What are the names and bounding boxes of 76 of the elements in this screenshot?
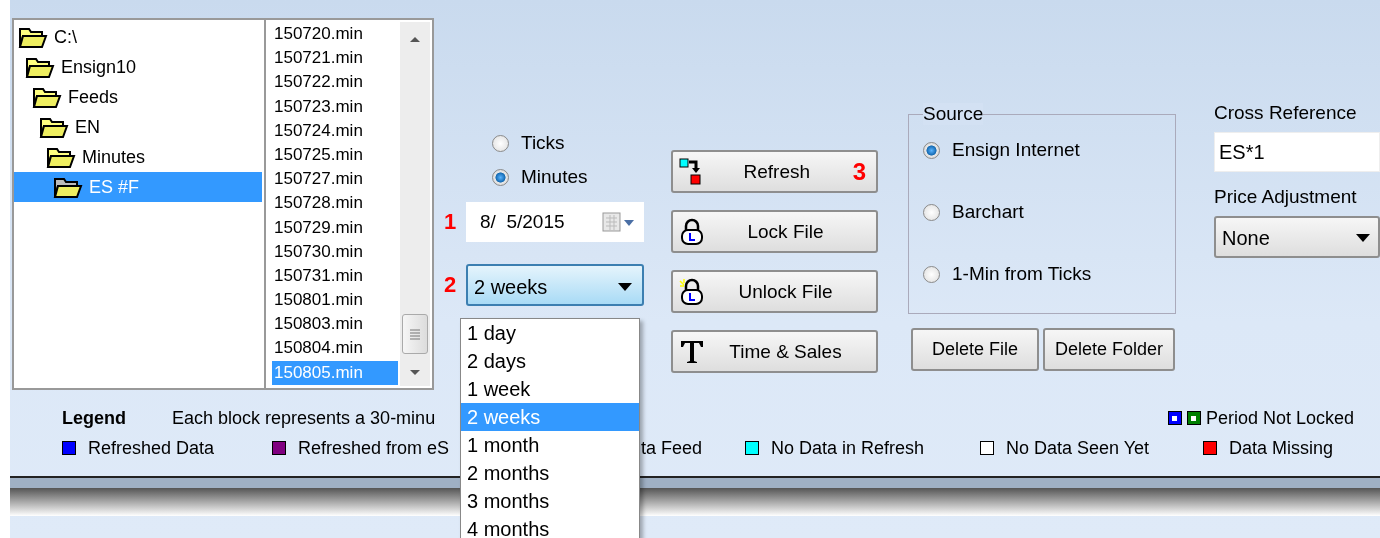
scroll-down-icon [408, 368, 422, 378]
step-number: 2 [444, 272, 458, 298]
action-button[interactable]: Unlock File [671, 270, 878, 313]
file-item[interactable]: 150804.min [272, 336, 398, 361]
legend-label: Refreshed Data [88, 437, 215, 459]
dropdown-option[interactable]: 2 months [461, 459, 639, 487]
tree-item[interactable]: C:\ [16, 22, 262, 52]
file-item[interactable]: 150721.min [272, 46, 398, 71]
price-adjustment-dropdown[interactable]: None [1214, 216, 1380, 258]
radio-button[interactable] [923, 265, 940, 283]
dropdown-arrow-icon [618, 283, 632, 291]
date-field[interactable]: 8/ 5/2015 [466, 202, 644, 242]
folder-icon [39, 115, 69, 139]
dropdown-option[interactable]: 3 months [461, 487, 639, 515]
action-button[interactable]: Refresh 3 [671, 150, 878, 193]
folder-icon [32, 85, 62, 109]
calendar-icon [602, 211, 636, 233]
padlock-icon [679, 277, 705, 306]
radio-button[interactable] [492, 168, 509, 186]
radio-label: Ensign Internet [952, 139, 1080, 161]
tree-item[interactable]: EN [37, 112, 262, 142]
radio-label: 1-Min from Ticks [952, 263, 1092, 285]
radio-button[interactable] [923, 141, 940, 159]
delete-button[interactable]: Delete Folder [1043, 328, 1175, 371]
folder-icon [46, 145, 76, 169]
folder-icon [53, 175, 83, 199]
folder-icon [25, 55, 55, 79]
legend-label: Data Missing [1229, 437, 1334, 459]
field-label: Price Adjustment [1214, 186, 1358, 208]
radio-label: Barchart [952, 201, 1024, 223]
radio-button[interactable] [923, 203, 940, 221]
legend-label: ta Feed [641, 437, 703, 459]
period-dropdown[interactable]: 2 weeks [466, 264, 644, 306]
file-item[interactable]: 150727.min [272, 167, 398, 192]
file-item[interactable]: 150720.min [272, 22, 398, 47]
file-item[interactable]: 150725.min [272, 142, 398, 168]
field-label: Cross Reference [1214, 102, 1358, 124]
file-item[interactable]: 150801.min [272, 288, 398, 313]
radio-label: Ticks [521, 132, 565, 154]
cross-reference-field[interactable]: ES*1 [1214, 132, 1380, 172]
delete-button[interactable]: Delete File [911, 328, 1039, 371]
file-item[interactable]: 150724.min [272, 118, 398, 143]
file-item[interactable]: 150731.min [272, 263, 398, 289]
step-number: 3 [852, 157, 866, 186]
radio-button[interactable] [492, 134, 509, 152]
tree-item[interactable]: Feeds [30, 82, 262, 112]
file-item[interactable]: 150729.min [272, 215, 398, 240]
scroll-up-icon [408, 34, 422, 44]
dropdown-option[interactable]: 4 months [461, 515, 639, 538]
legend-label: Refreshed from eS [298, 437, 450, 459]
action-button[interactable]: Lock File [671, 210, 878, 253]
radio-label: Minutes [521, 166, 588, 188]
folder-icon [18, 25, 48, 49]
dropdown-option[interactable]: 1 month [461, 431, 639, 459]
file-item[interactable]: 150803.min [272, 312, 398, 337]
dropdown-option[interactable]: 2 days [461, 347, 639, 375]
legend-description: Each block represents a 30-minu [172, 407, 436, 429]
legend-title: Legend [62, 407, 127, 429]
grip-icon [409, 328, 421, 340]
tree-item[interactable]: Minutes [44, 142, 262, 172]
dropdown-option[interactable]: 1 week [461, 375, 639, 403]
legend-label: Period Not Locked [1205, 407, 1354, 429]
legend-label: No Data in Refresh [771, 437, 925, 459]
file-item[interactable]: 150722.min [272, 70, 398, 95]
tree-item[interactable]: Ensign10 [23, 52, 262, 82]
legend-label: No Data Seen Yet [1006, 437, 1150, 459]
action-button[interactable]: Time & Sales [671, 330, 878, 373]
step-number: 1 [444, 209, 458, 235]
scrollbar[interactable] [400, 22, 430, 386]
file-item[interactable]: 150723.min [272, 94, 398, 119]
dropdown-option[interactable]: 1 day [461, 319, 639, 347]
file-item[interactable]: 150730.min [272, 239, 398, 264]
padlock-icon [679, 217, 705, 246]
file-item[interactable]: 150728.min [272, 191, 398, 216]
scroll-thumb[interactable] [402, 314, 428, 354]
dropdown-arrow-icon [1356, 234, 1370, 242]
